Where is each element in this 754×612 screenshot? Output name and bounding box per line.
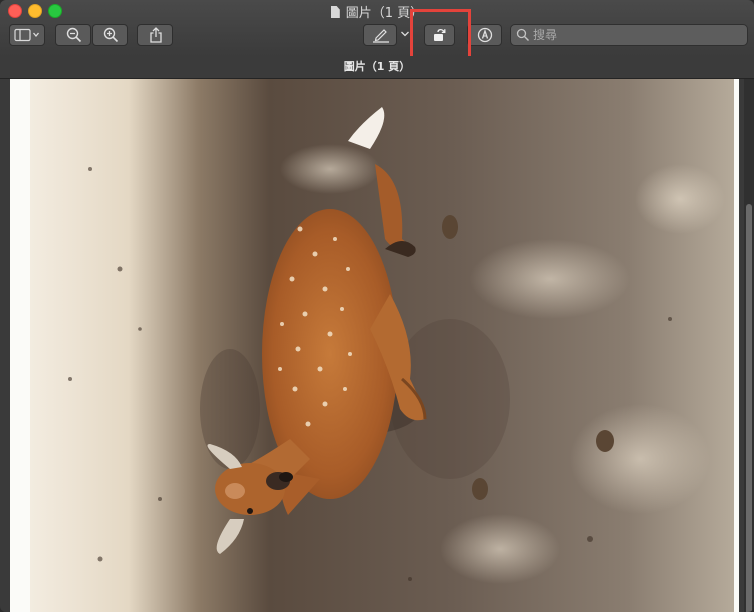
document-viewer[interactable] <box>0 79 754 612</box>
page <box>10 79 739 612</box>
deer-image <box>30 79 734 612</box>
share-icon <box>150 27 162 43</box>
sidebar-icon <box>14 28 39 42</box>
zoom-in-button[interactable] <box>92 24 128 46</box>
vertical-scrollbar[interactable] <box>744 79 754 612</box>
chevron-down-icon <box>401 31 409 37</box>
scroll-thumb[interactable] <box>746 204 752 612</box>
deer-photo <box>30 79 734 612</box>
annotate-button[interactable] <box>467 24 502 46</box>
zoom-out-icon <box>66 27 82 43</box>
pen-icon <box>373 29 389 43</box>
search-icon <box>516 28 529 41</box>
window-title: 圖片（1 頁） <box>0 2 754 21</box>
preview-window: 圖片（1 頁） 搜尋 圖片（1 頁） <box>0 0 754 612</box>
markup-icon <box>477 27 493 43</box>
search-field[interactable] <box>510 24 748 46</box>
markup-pen-button[interactable] <box>363 24 397 46</box>
share-button[interactable] <box>137 24 173 46</box>
search-input[interactable] <box>533 26 743 44</box>
document-title: 圖片（1 頁） <box>343 60 411 73</box>
zoom-out-button[interactable] <box>55 24 91 46</box>
document-icon <box>330 6 340 18</box>
document-title-bar: 圖片（1 頁） <box>0 56 754 79</box>
rotate-button-highlight <box>410 9 471 61</box>
sidebar-view-button[interactable] <box>9 24 45 46</box>
titlebar: 圖片（1 頁） <box>0 0 754 57</box>
zoom-in-icon <box>103 27 119 43</box>
